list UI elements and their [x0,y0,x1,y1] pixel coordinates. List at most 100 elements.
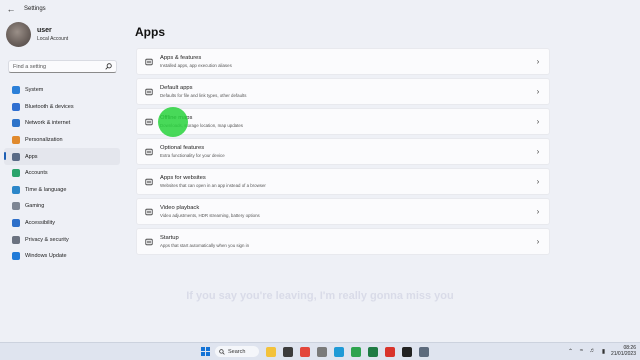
avatar[interactable] [6,22,31,47]
chevron-right-icon: › [536,57,540,66]
settings-card-video-playback[interactable]: Video playback Video adjustments, HDR str… [136,198,550,225]
controller-icon [12,202,20,211]
person-icon [12,169,20,178]
card-title: Video playback [160,205,200,212]
cursor-highlight [158,107,188,137]
sidebar-item-accounts[interactable]: Accounts [4,165,120,182]
settings-card-default-apps[interactable]: Default apps Defaults for file and link t… [136,78,550,105]
card-title: Apps for websites [160,175,206,182]
sidebar-item-time-language[interactable]: Time & language [4,182,120,199]
taskbar-search-button[interactable]: Search [215,346,259,357]
chevron-right-icon: › [536,117,540,126]
chevron-up-icon[interactable]: ⌃ [567,348,574,355]
settings-card-apps-features[interactable]: Apps & features Installed apps, app execu… [136,48,550,75]
settings-card-offline-maps[interactable]: Offline mapsDownloads, storage location,… [136,108,550,135]
sidebar-item-label: Windows Update [25,253,67,260]
card-description: Video adjustments, HDR streaming, batter… [160,212,260,218]
sidebar-item-network-internet[interactable]: Network & internet [4,115,120,132]
card-title: Startup [160,235,179,242]
chevron-right-icon: › [536,177,540,186]
card-description: Apps that start automatically when you s… [160,242,250,248]
search-placeholder: Find a setting [13,63,47,70]
sidebar-item-label: Accessibility [25,220,55,227]
settings-taskbar-icon[interactable] [317,347,327,357]
sidebar-item-apps[interactable]: Apps [4,148,120,165]
sidebar-item-label: Bluetooth & devices [25,103,74,110]
excel-taskbar-icon[interactable] [368,347,378,357]
clock[interactable]: 08:26 21/01/2023 [611,345,636,357]
file-explorer-taskbar-icon[interactable] [266,347,276,357]
capcut-taskbar-icon[interactable] [402,347,412,357]
battery-icon[interactable]: ▮ [600,348,607,355]
card-description: Downloads, storage location, map updates [160,122,243,128]
taskbar-search-icon [219,348,225,355]
bluetooth-icon [12,102,20,111]
apps-icon [12,152,20,161]
shield-icon [12,235,20,244]
default-apps-icon [144,87,153,96]
media-taskbar-icon[interactable] [283,347,293,357]
sidebar-item-system[interactable]: System [4,82,120,99]
search-icon[interactable] [104,63,112,71]
list-icon [144,57,153,66]
app-title: Settings [24,6,46,12]
profile-name: user [37,27,52,34]
card-title: Optional features [160,145,205,152]
search-input[interactable]: Find a setting [8,60,117,73]
brush-icon [12,136,20,145]
windows-start-icon[interactable] [201,347,210,356]
sidebar-item-windows-update[interactable]: Windows Update [4,248,120,265]
sidebar-item-label: Privacy & security [25,236,69,243]
sidebar-item-privacy-security[interactable]: Privacy & security [4,231,120,248]
sidebar-item-label: System [25,87,44,94]
sidebar-item-label: Accounts [25,170,48,177]
card-description: Websites that can open in an app instead… [160,182,266,188]
taskbar: Search ⌃ ≈ ♬ ▮ 08:26 21/01/2023 [0,342,640,360]
back-arrow-icon[interactable]: ← [4,2,18,16]
sidebar-item-label: Personalization [25,137,63,144]
settings-card-optional-features[interactable]: Optional features Extra functionality for… [136,138,550,165]
settings-card-startup[interactable]: Startup Apps that start automatically whe… [136,228,550,255]
startup-icon [144,237,153,246]
sidebar-item-label: Gaming [25,203,45,210]
speaker-icon[interactable]: ♬ [589,348,596,355]
card-description: Installed apps, app execution aliases [160,62,232,68]
update-icon [12,252,20,261]
chevron-right-icon: › [536,147,540,156]
chevron-right-icon: › [536,207,540,216]
card-title: Apps & features [160,55,202,62]
user-profile[interactable]: user Local Account [6,22,68,47]
sidebar-item-accessibility[interactable]: Accessibility [4,215,120,232]
grid-plus-icon [144,147,153,156]
sidebar-item-bluetooth-devices[interactable]: Bluetooth & devices [4,99,120,116]
sidebar-item-label: Network & internet [25,120,71,127]
wifi-icon [12,119,20,128]
sidebar-item-label: Time & language [25,186,67,193]
video-subtitle: If you say you're leaving, I'm really go… [186,290,454,302]
card-title: Offline maps [160,115,533,121]
card-description: Defaults for file and link types, other … [160,92,247,98]
settings-card-apps-for-websites[interactable]: Apps for websites Websites that can open … [136,168,550,195]
clock-globe-icon [12,185,20,194]
app-red-taskbar-icon[interactable] [385,347,395,357]
card-description: Extra functionality for your device [160,152,225,158]
taskbar-search-label: Search [228,348,246,355]
web-app-icon [144,177,153,186]
sidebar-item-personalization[interactable]: Personalization [4,132,120,149]
system-tray: ⌃ ≈ ♬ ▮ 08:26 21/01/2023 [567,345,636,357]
accessibility-icon [12,219,20,228]
chevron-right-icon: › [536,87,540,96]
sidebar-item-gaming[interactable]: Gaming [4,198,120,215]
app-green-taskbar-icon[interactable] [351,347,361,357]
title-bar: ← Settings [0,0,640,18]
chrome-taskbar-icon[interactable] [300,347,310,357]
profile-account-type: Local Account [37,36,69,42]
system-icon [12,86,20,95]
edge-taskbar-icon[interactable] [334,347,344,357]
clock-date: 21/01/2023 [610,351,636,357]
map-icon [144,117,153,126]
page-title: Apps [135,25,165,39]
gear-taskbar-icon[interactable] [419,347,429,357]
wifi-icon[interactable]: ≈ [578,348,585,355]
video-icon [144,207,153,216]
